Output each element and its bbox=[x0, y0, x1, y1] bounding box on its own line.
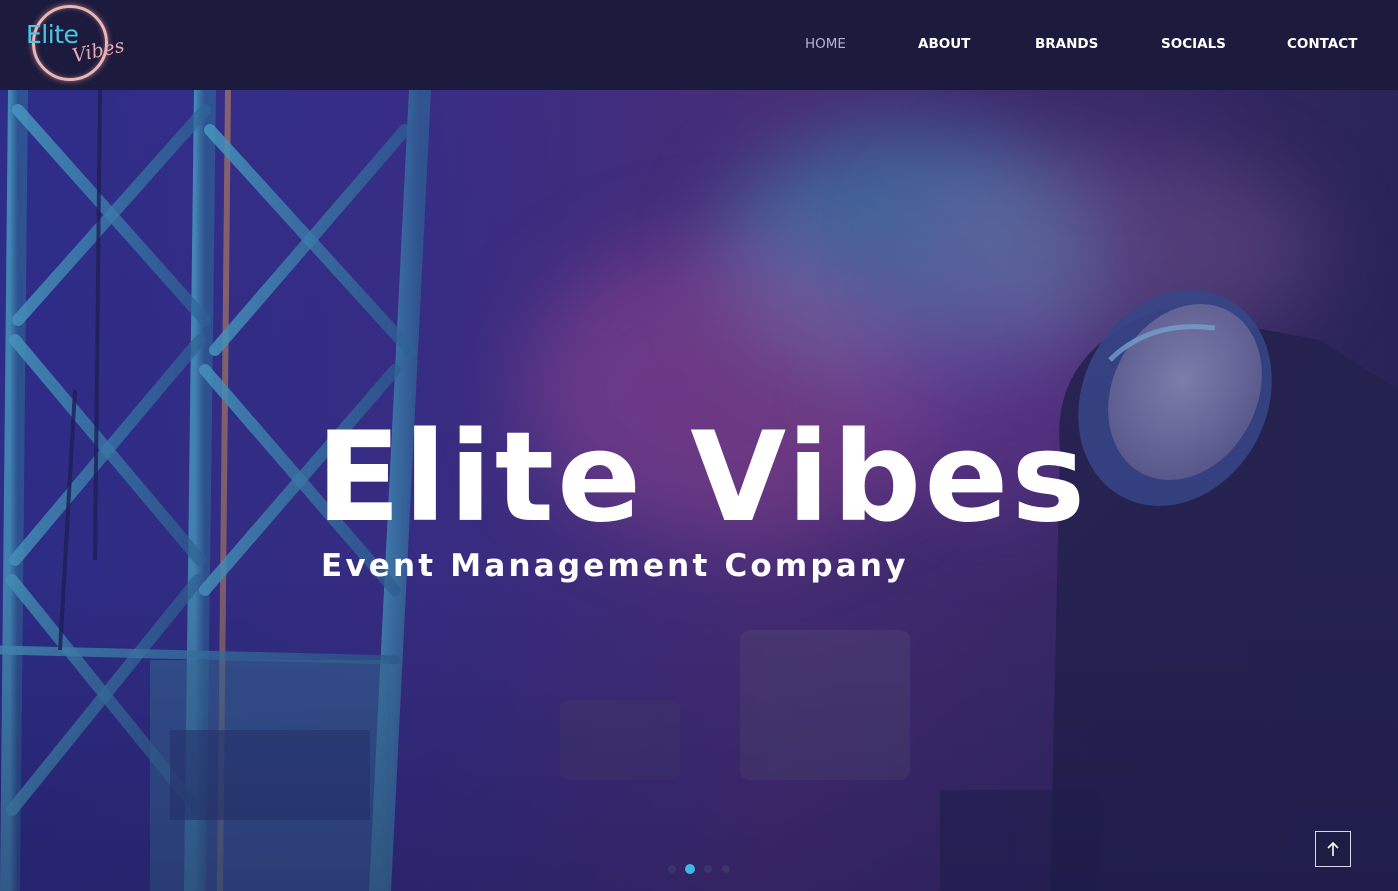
hero-section: Elite Vibes Event Management Company bbox=[0, 90, 1398, 891]
nav-brands[interactable]: BRANDS bbox=[1035, 36, 1098, 56]
hero-subtitle: Event Management Company bbox=[321, 548, 909, 584]
nav-home[interactable]: HOME bbox=[805, 36, 846, 56]
page: Elite Vibes HOME ABOUT BRANDS SOCIALS CO… bbox=[0, 0, 1398, 891]
nav-contact[interactable]: CONTACT bbox=[1287, 36, 1357, 56]
slider-dot-2[interactable] bbox=[685, 864, 695, 874]
slider-dot-1[interactable] bbox=[668, 865, 676, 873]
scroll-to-top-button[interactable] bbox=[1315, 831, 1351, 867]
arrow-up-icon bbox=[1327, 841, 1339, 856]
slider-dot-3[interactable] bbox=[704, 865, 712, 873]
site-header: Elite Vibes HOME ABOUT BRANDS SOCIALS CO… bbox=[0, 0, 1398, 90]
brand-logo[interactable]: Elite Vibes bbox=[24, 4, 126, 88]
nav-socials[interactable]: SOCIALS bbox=[1161, 36, 1226, 56]
slider-dot-4[interactable] bbox=[722, 865, 730, 873]
hero-title: Elite Vibes bbox=[316, 406, 1089, 550]
nav-about[interactable]: ABOUT bbox=[918, 36, 970, 56]
